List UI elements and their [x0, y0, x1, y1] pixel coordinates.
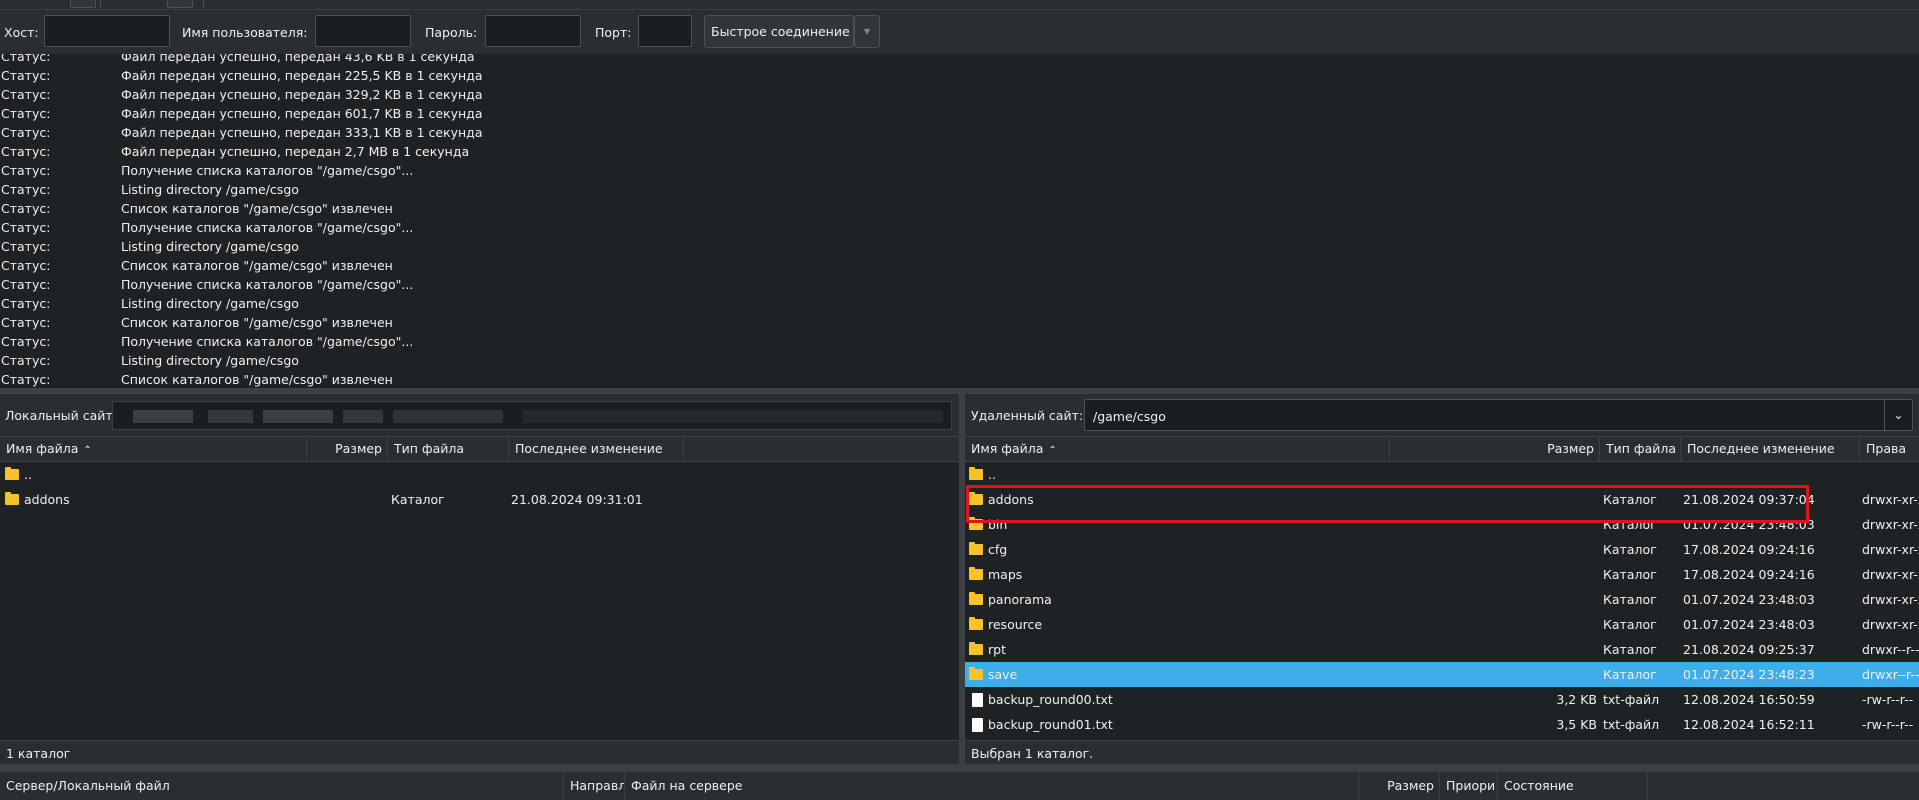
local-col-modified[interactable]: Последнее изменение [509, 437, 684, 461]
queue-splitter[interactable] [0, 764, 1919, 772]
local-site-label: Локальный сайт: [5, 408, 117, 423]
local-file-row-parent[interactable]: .. [0, 462, 959, 487]
chevron-down-icon[interactable]: ⌄ [1884, 400, 1912, 430]
remote-status-bar: Выбран 1 каталог. [965, 740, 1919, 764]
toolbar-separator [100, 0, 101, 8]
local-site-bar: Локальный сайт: [0, 394, 959, 436]
host-label: Хост: [4, 25, 39, 40]
password-input[interactable] [485, 15, 581, 47]
transfer-queue-header: Сервер/Локальный файл Направл Файл на се… [0, 772, 1919, 800]
toolbar-button[interactable] [70, 0, 96, 8]
chevron-down-icon: ▼ [863, 27, 871, 36]
remote-file-row-rpt[interactable]: rpt Каталог 21.08.2024 09:25:37 drwxr--r… [965, 637, 1919, 662]
host-input[interactable] [44, 15, 170, 47]
local-col-type[interactable]: Тип файла [388, 437, 509, 461]
sort-ascending-icon: ⌃ [1048, 445, 1057, 456]
remote-site-bar: Удаленный сайт: /game/csgo ⌄ [965, 394, 1919, 436]
remote-col-size[interactable]: Размер [1390, 437, 1600, 461]
folder-icon [969, 467, 983, 480]
folder-icon [969, 642, 983, 655]
local-status-bar: 1 каталог [0, 740, 959, 764]
queue-col-local-file[interactable]: Сервер/Локальный файл [0, 772, 564, 800]
message-log[interactable]: Статус: Файл передан успешно, передан 43,… [0, 54, 1919, 388]
remote-status-text: Выбран 1 каталог. [971, 746, 1094, 761]
quickconnect-button[interactable]: Быстрое соединение [704, 15, 854, 48]
queue-col-status[interactable]: Состояние [1498, 772, 1648, 800]
local-status-text: 1 каталог [6, 746, 71, 761]
folder-icon [969, 667, 983, 680]
remote-col-modified[interactable]: Последнее изменение [1681, 437, 1860, 461]
folder-icon [969, 592, 983, 605]
remote-file-row-backup-round01[interactable]: backup_round01.txt 3,5 KB txt-файл 12.08… [965, 712, 1919, 737]
local-path-input[interactable] [112, 401, 952, 430]
text-file-icon [972, 693, 983, 707]
folder-icon [5, 467, 19, 480]
remote-file-row-cfg[interactable]: cfg Каталог 17.08.2024 09:24:16 drwxr-xr… [965, 537, 1919, 562]
queue-col-size[interactable]: Размер [1359, 772, 1440, 800]
toolbar-separator [203, 0, 204, 8]
username-input[interactable] [315, 15, 411, 47]
port-label: Порт: [595, 25, 632, 40]
local-pane: Локальный сайт: Имя файла ⌃ Размер Тип фа… [0, 394, 959, 764]
folder-icon [969, 567, 983, 580]
username-label: Имя пользователя: [182, 25, 308, 40]
quickconnect-bar: Хост: Имя пользователя: Пароль: Порт: Бы… [0, 10, 1919, 54]
remote-file-row-backup-round00[interactable]: backup_round00.txt 3,2 KB txt-файл 12.08… [965, 687, 1919, 712]
remote-col-name[interactable]: Имя файла ⌃ [965, 437, 1390, 461]
queue-col-remote-file[interactable]: Файл на сервере [625, 772, 1359, 800]
remote-file-row-resource[interactable]: resource Каталог 01.07.2024 23:48:03 drw… [965, 612, 1919, 637]
remote-col-perms[interactable]: Права [1860, 437, 1919, 461]
local-col-size[interactable]: Размер [307, 437, 388, 461]
folder-icon [5, 492, 19, 505]
local-file-list-header: Имя файла ⌃ Размер Тип файла Последнее из… [0, 436, 959, 462]
local-file-list: .. addons Каталог 21.08.2024 09:31:01 [0, 462, 959, 740]
remote-pane: Удаленный сайт: /game/csgo ⌄ Имя файла ⌃ … [965, 394, 1919, 764]
remote-file-list-header: Имя файла ⌃ Размер Тип файла Последнее из… [965, 436, 1919, 462]
toolbar [0, 0, 1919, 10]
password-label: Пароль: [425, 25, 478, 40]
text-file-icon [972, 718, 983, 732]
remote-site-label: Удаленный сайт: [971, 408, 1084, 423]
local-col-name[interactable]: Имя файла ⌃ [0, 437, 307, 461]
folder-icon [969, 542, 983, 555]
remote-file-row-panorama[interactable]: panorama Каталог 01.07.2024 23:48:03 drw… [965, 587, 1919, 612]
remote-file-row-parent[interactable]: .. [965, 462, 1919, 487]
quickconnect-dropdown-button[interactable]: ▼ [854, 15, 880, 48]
queue-col-direction[interactable]: Направл [564, 772, 625, 800]
remote-file-row-maps[interactable]: maps Каталог 17.08.2024 09:24:16 drwxr-x… [965, 562, 1919, 587]
sort-ascending-icon: ⌃ [83, 445, 92, 456]
annotation-highlight-box [966, 485, 1809, 523]
port-input[interactable] [638, 15, 692, 47]
remote-col-type[interactable]: Тип файла [1600, 437, 1681, 461]
remote-file-row-save[interactable]: save Каталог 01.07.2024 23:48:23 drwxr--… [965, 662, 1919, 687]
folder-icon [969, 617, 983, 630]
queue-col-priority[interactable]: Приори [1440, 772, 1498, 800]
remote-path-input[interactable]: /game/csgo ⌄ [1084, 399, 1913, 431]
toolbar-button[interactable] [167, 0, 193, 8]
local-file-row-addons[interactable]: addons Каталог 21.08.2024 09:31:01 [0, 487, 959, 512]
